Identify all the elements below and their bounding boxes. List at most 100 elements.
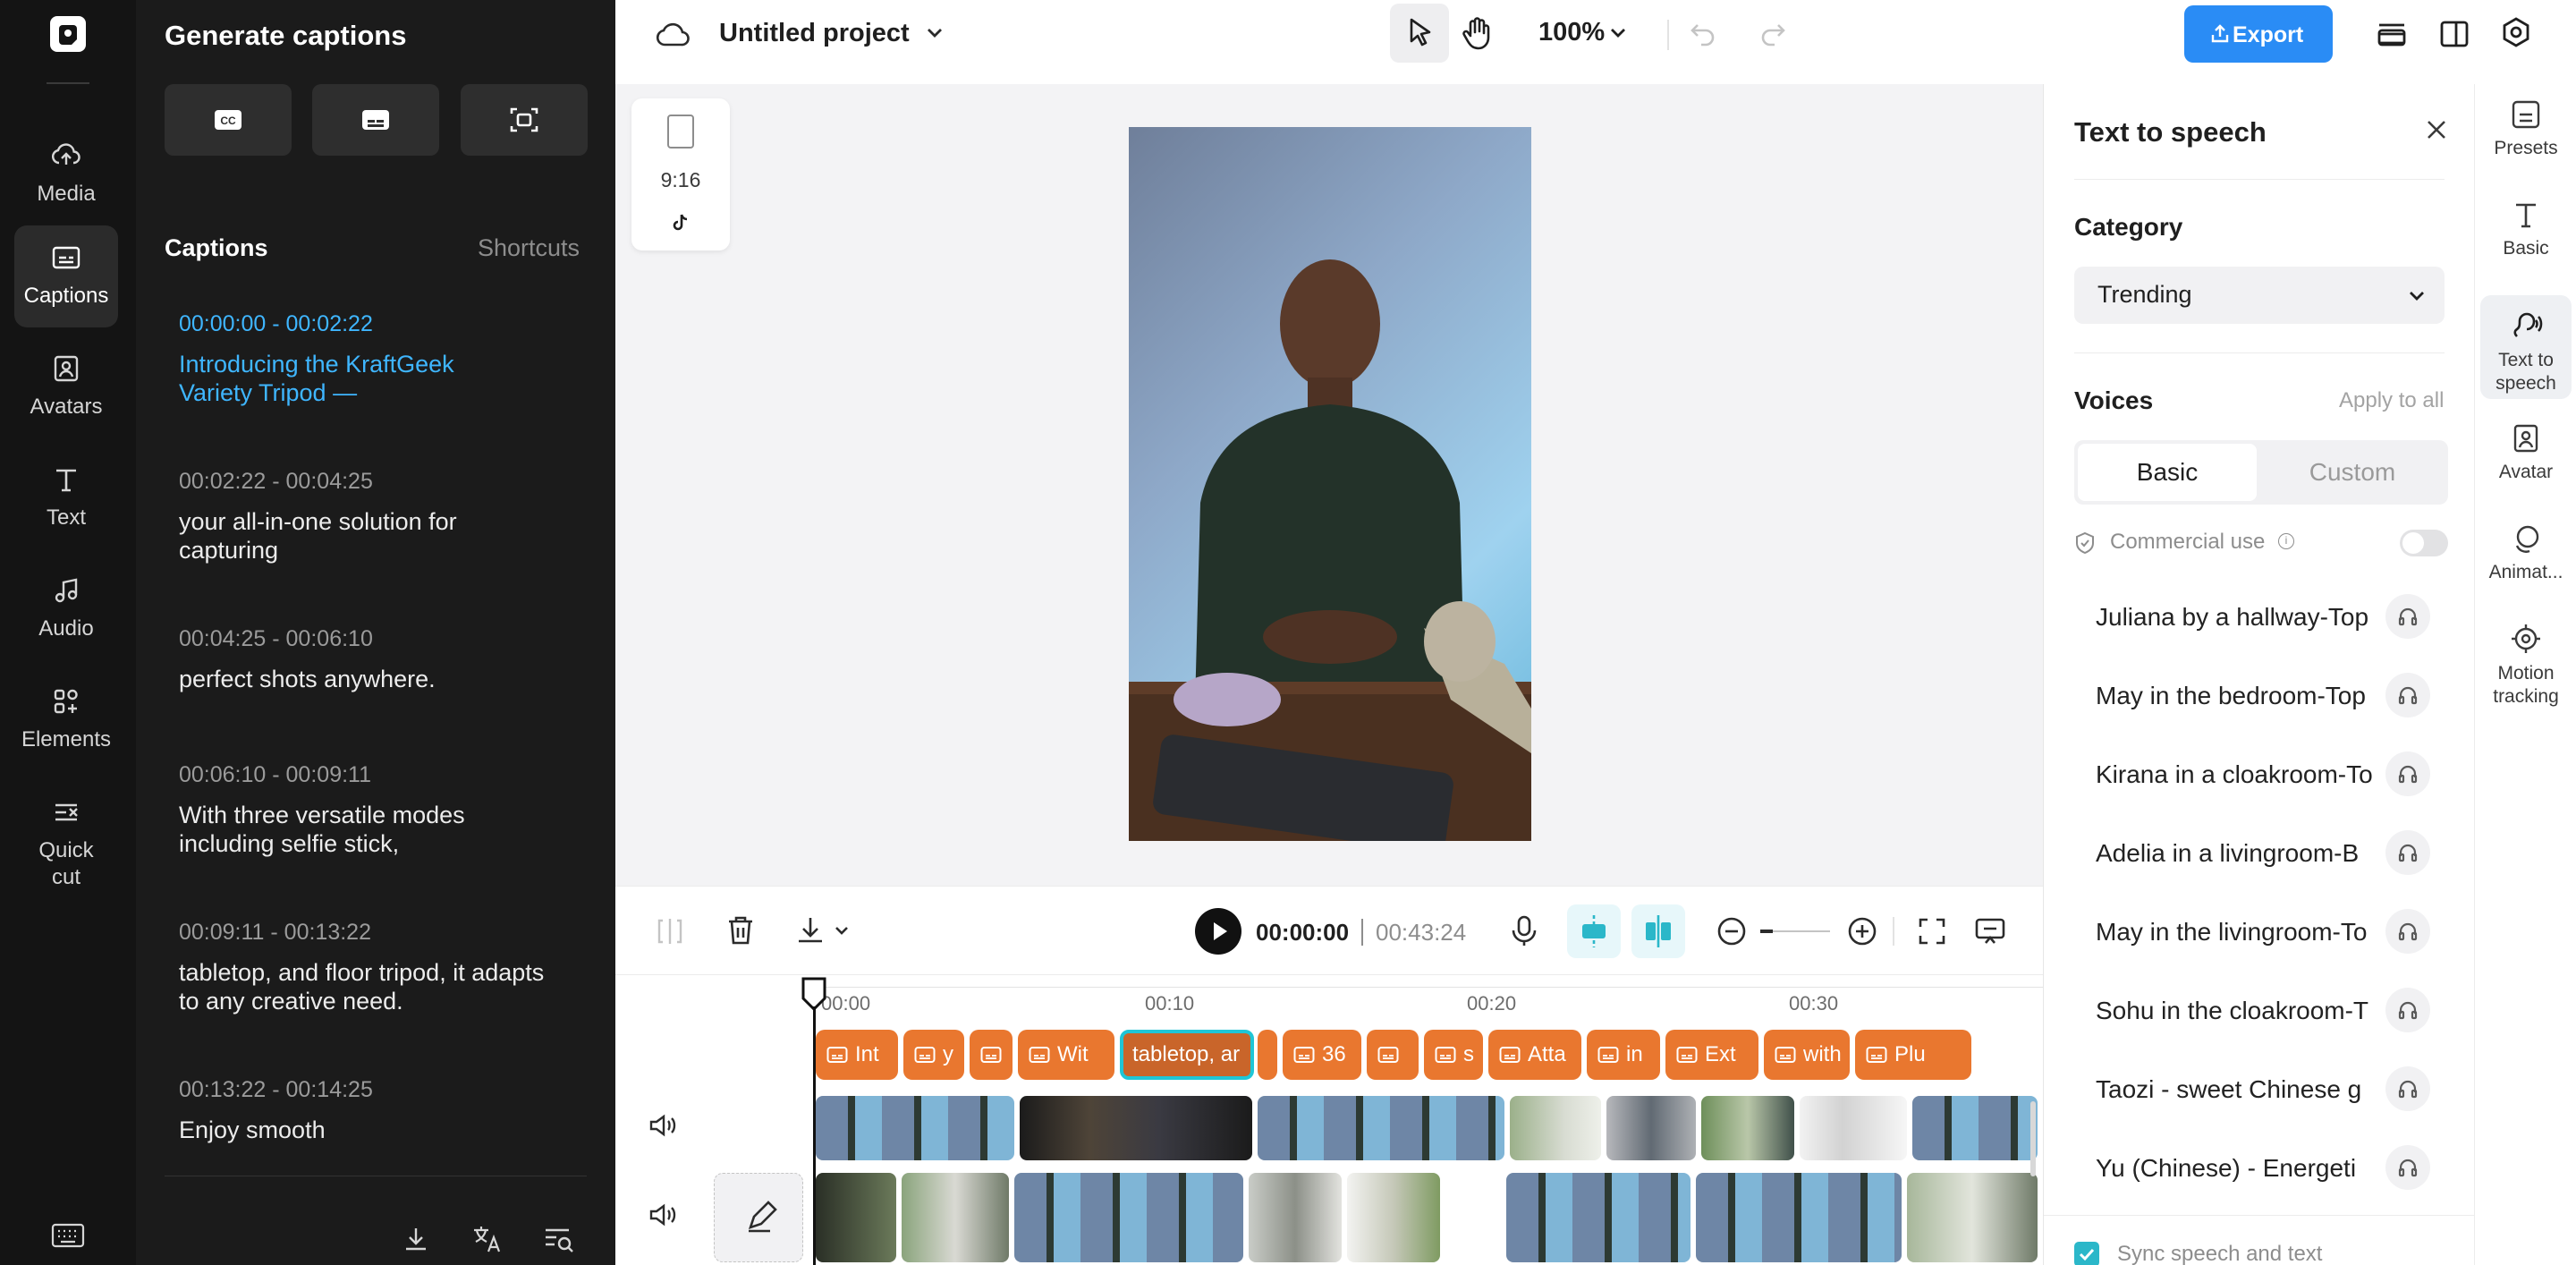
caption-chip[interactable]: Atta	[1488, 1030, 1581, 1080]
video-clip[interactable]	[1606, 1096, 1696, 1160]
sidebar-item-quick-cut[interactable]: Quick cut	[14, 780, 118, 905]
voice-item[interactable]: Adelia in a livingroom-B	[2096, 839, 2373, 868]
preview-voice-button[interactable]	[2385, 673, 2430, 717]
tab-basic[interactable]: Basic	[2078, 444, 2257, 501]
voice-item[interactable]: Juliana by a hallway-Top	[2096, 603, 2373, 632]
scan-captions-button[interactable]	[461, 84, 588, 156]
video-clip[interactable]	[1014, 1173, 1243, 1262]
info-icon[interactable]: i	[2278, 533, 2294, 549]
play-button[interactable]	[1195, 908, 1241, 955]
select-tool-button[interactable]	[1390, 4, 1449, 63]
sidebar-item-elements[interactable]: Elements	[14, 669, 118, 771]
video-clip[interactable]	[1696, 1173, 1902, 1262]
sidebar-item-text[interactable]: Text	[14, 447, 118, 549]
caption-chip[interactable]: with	[1764, 1030, 1850, 1080]
auto-captions-button[interactable]: CC	[165, 84, 292, 156]
zoom-slider[interactable]	[1760, 930, 1830, 933]
keyboard-icon[interactable]	[50, 1222, 86, 1249]
caption-chip[interactable]: Wit	[1018, 1030, 1114, 1080]
video-clip[interactable]	[1912, 1096, 2038, 1160]
video-clip[interactable]	[1800, 1096, 1907, 1160]
caption-text[interactable]: With three versatile modes including sel…	[179, 801, 537, 858]
tool-basic[interactable]: Basic	[2480, 184, 2572, 259]
voice-item[interactable]: Taozi - sweet Chinese g	[2096, 1075, 2373, 1104]
chevron-down-icon[interactable]	[832, 921, 852, 940]
fullscreen-icon[interactable]	[1916, 915, 1948, 947]
tool-animation[interactable]: Animat...	[2480, 508, 2572, 583]
caption-preview-icon[interactable]	[1973, 915, 2007, 947]
video-clip[interactable]	[816, 1096, 1014, 1160]
delete-icon[interactable]	[724, 913, 757, 947]
caption-text[interactable]: Introducing the KraftGeek Variety Tripod…	[179, 350, 519, 407]
preview-voice-button[interactable]	[2385, 1066, 2430, 1111]
preview-voice-button[interactable]	[2385, 1145, 2430, 1190]
video-clip[interactable]	[1510, 1096, 1601, 1160]
undo-icon[interactable]	[1687, 18, 1719, 50]
app-logo[interactable]	[50, 16, 86, 52]
caption-entry[interactable]: 00:00:00 - 00:02:22 Introducing the Kraf…	[179, 311, 590, 407]
caption-entry[interactable]: 00:09:11 - 00:13:22 tabletop, and floor …	[179, 920, 590, 1015]
panel-layout-icon[interactable]	[2436, 16, 2472, 52]
caption-entry[interactable]: 00:13:22 - 00:14:25 Enjoy smooth	[179, 1077, 590, 1144]
project-title[interactable]: Untitled project	[719, 19, 910, 48]
caption-chip[interactable]	[1258, 1030, 1277, 1080]
sidebar-item-media[interactable]: Media	[14, 123, 118, 225]
search-list-icon[interactable]	[542, 1224, 574, 1254]
shortcuts-link[interactable]: Shortcuts	[478, 234, 580, 262]
commercial-use-toggle[interactable]	[2400, 530, 2448, 556]
manual-captions-button[interactable]	[312, 84, 439, 156]
caption-entry[interactable]: 00:04:25 - 00:06:10 perfect shots anywhe…	[179, 626, 590, 693]
settings-gear-icon[interactable]	[2497, 14, 2535, 52]
chevron-down-icon[interactable]	[1606, 21, 1630, 45]
tool-text-to-speech[interactable]: Text to speech	[2480, 295, 2572, 399]
video-preview[interactable]	[1129, 127, 1531, 841]
caption-entry[interactable]: 00:02:22 - 00:04:25 your all-in-one solu…	[179, 469, 590, 565]
tab-custom[interactable]: Custom	[2260, 444, 2445, 501]
sidebar-item-audio[interactable]: Audio	[14, 558, 118, 660]
caption-chip[interactable]: s	[1424, 1030, 1483, 1080]
voice-item[interactable]: May in the livingroom-To	[2096, 918, 2373, 947]
redo-icon[interactable]	[1757, 18, 1789, 50]
video-clip[interactable]	[1249, 1173, 1342, 1262]
split-icon[interactable]	[655, 915, 685, 947]
aspect-ratio-picker[interactable]: 9:16	[631, 98, 730, 250]
link-tracks-button[interactable]	[1631, 904, 1685, 958]
caption-chip[interactable]: Plu	[1855, 1030, 1971, 1080]
caption-chip[interactable]: in	[1587, 1030, 1660, 1080]
download-icon[interactable]	[794, 913, 826, 947]
caption-chip[interactable]	[1367, 1030, 1419, 1080]
caption-chip[interactable]: 36	[1283, 1030, 1361, 1080]
voice-item[interactable]: Yu (Chinese) - Energeti	[2096, 1154, 2373, 1183]
tool-presets[interactable]: Presets	[2480, 84, 2572, 159]
timeline-scrollbar[interactable]	[2030, 1101, 2036, 1176]
video-clip[interactable]	[1258, 1096, 1504, 1160]
caption-chip[interactable]: tabletop, ar	[1120, 1030, 1254, 1080]
auto-snap-button[interactable]	[1567, 904, 1621, 958]
zoom-out-icon[interactable]	[1716, 915, 1748, 947]
caption-text[interactable]: your all-in-one solution for capturing	[179, 507, 537, 565]
voice-item[interactable]: Sohu in the cloakroom-T	[2096, 997, 2373, 1025]
apply-to-all-link[interactable]: Apply to all	[2339, 388, 2444, 413]
caption-chip[interactable]	[970, 1030, 1013, 1080]
sync-checkbox[interactable]	[2074, 1242, 2099, 1265]
track-audio-icon[interactable]	[648, 1112, 678, 1139]
edit-cover-button[interactable]	[714, 1173, 803, 1262]
cloud-save-icon[interactable]	[655, 18, 691, 50]
caption-chip[interactable]: Ext	[1665, 1030, 1758, 1080]
preview-voice-button[interactable]	[2385, 594, 2430, 639]
video-clip[interactable]	[902, 1173, 1009, 1262]
sidebar-item-avatars[interactable]: Avatars	[14, 336, 118, 438]
close-icon[interactable]	[2423, 116, 2450, 143]
preview-voice-button[interactable]	[2385, 830, 2430, 875]
translate-icon[interactable]	[470, 1222, 504, 1256]
preview-voice-button[interactable]	[2385, 988, 2430, 1032]
caption-chip[interactable]: y	[903, 1030, 964, 1080]
tool-motion-tracking[interactable]: Motion tracking	[2480, 608, 2572, 712]
preview-voice-button[interactable]	[2385, 909, 2430, 954]
download-icon[interactable]	[401, 1224, 431, 1254]
sidebar-item-captions[interactable]: Captions	[14, 225, 118, 327]
preview-voice-button[interactable]	[2385, 751, 2430, 796]
zoom-in-icon[interactable]	[1846, 915, 1878, 947]
tool-avatar[interactable]: Avatar	[2480, 408, 2572, 483]
caption-text[interactable]: perfect shots anywhere.	[179, 665, 590, 693]
